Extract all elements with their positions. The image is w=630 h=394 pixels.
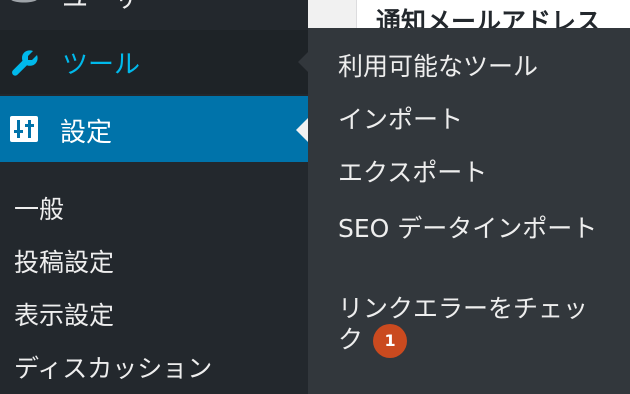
tools-flyout-menu: 利用可能なツール インポート エクスポート SEO データインポート リンクエラ… bbox=[308, 28, 630, 394]
submenu-item-reading[interactable]: 表示設定 bbox=[14, 296, 114, 332]
notification-badge: 1 bbox=[373, 324, 408, 358]
flyout-item-export[interactable]: エクスポート bbox=[338, 158, 608, 188]
wrench-icon bbox=[12, 50, 38, 76]
user-icon bbox=[11, 0, 37, 3]
flyout-item-available-tools[interactable]: 利用可能なツール bbox=[338, 52, 608, 82]
flyout-item-import[interactable]: インポート bbox=[338, 105, 608, 135]
submenu-item-general[interactable]: 一般 bbox=[14, 190, 64, 226]
submenu-item-writing[interactable]: 投稿設定 bbox=[14, 243, 114, 279]
menu-label-settings: 設定 bbox=[60, 118, 113, 148]
flyout-item-seo-data-import[interactable]: SEO データインポート bbox=[338, 214, 608, 244]
settings-sliders-icon bbox=[10, 116, 38, 142]
admin-sidebar: ユーザー ツール 設定 一般 投稿設定 表示設定 ディスカッション bbox=[0, 0, 308, 394]
menu-item-settings[interactable]: 設定 bbox=[0, 96, 308, 162]
menu-item-tools[interactable]: ツール bbox=[0, 30, 308, 94]
active-pointer bbox=[296, 118, 308, 142]
menu-label-users: ユーザー bbox=[62, 0, 165, 15]
menu-label-tools: ツール bbox=[62, 50, 141, 80]
flyout-item-check-link-errors[interactable]: リンクエラーをチェック 1 bbox=[338, 294, 608, 358]
submenu-item-discussion[interactable]: ディスカッション bbox=[14, 349, 212, 385]
flyout-pointer bbox=[298, 52, 308, 72]
menu-item-users[interactable]: ユーザー bbox=[0, 0, 308, 18]
